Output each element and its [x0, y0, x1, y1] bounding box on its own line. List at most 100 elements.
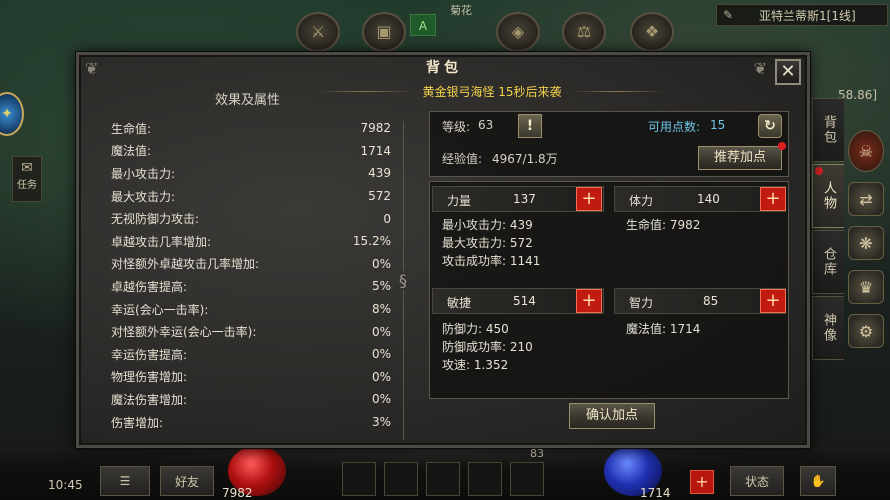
hud-skill-slot[interactable]: ❖ — [630, 12, 674, 52]
boss-icon[interactable]: ☠ — [848, 130, 884, 172]
edit-icon: ✎ — [722, 8, 734, 22]
attribute-row: 伤害增加: 3% — [111, 411, 391, 434]
left-event-button[interactable]: ✦ — [0, 92, 24, 136]
stat-allocation-box: 力量 137 + 最小攻击力: 439 最大攻击力: 572 攻击成功率: 11… — [429, 181, 789, 399]
bottom-hud: 10:45 ☰ 好友 7982 83 1714 + 状态 ✋ — [0, 446, 890, 500]
server-indicator[interactable]: ✎ 亚特兰蒂斯1[1线] — [716, 4, 888, 26]
quick-slot[interactable] — [468, 462, 502, 496]
add-strength-button[interactable]: + — [576, 187, 602, 211]
attribute-row: 生命值: 7982 — [111, 117, 391, 140]
divider-line — [402, 289, 404, 440]
chest-icon: ▣ — [376, 22, 392, 41]
banner-divider — [569, 90, 665, 92]
stat-name: 敏捷 — [447, 296, 472, 310]
exp-label: 经验值: — [442, 152, 483, 166]
add-vitality-button[interactable]: + — [760, 187, 786, 211]
attribute-row: 卓越攻击几率增加: 15.2% — [111, 230, 391, 253]
notification-dot — [815, 167, 823, 175]
attribute-row: 魔法伤害增加: 0% — [111, 388, 391, 411]
derived-line: 防御成功率: 210 — [442, 340, 533, 354]
task-label: 任务 — [17, 180, 37, 191]
confirm-points-button[interactable]: 确认加点 — [569, 403, 655, 429]
attribute-value: 439 — [368, 166, 391, 181]
attribute-label: 卓越攻击几率增加: — [111, 234, 212, 249]
tab-bag[interactable]: 背包 — [812, 98, 844, 162]
attributes-header: 效果及属性 — [215, 93, 281, 108]
event-banner-text: 黄金银弓海怪 15秒后来袭 — [422, 84, 562, 99]
reset-icon[interactable]: ↻ — [758, 114, 782, 138]
attribute-label: 对怪额外卓越攻击几率增加: — [111, 257, 260, 272]
hand-button[interactable]: ✋ — [800, 466, 836, 496]
scale-icon: ⚖ — [576, 22, 592, 41]
quick-slot[interactable] — [510, 462, 544, 496]
points-label: 可用点数: — [648, 120, 701, 134]
clock: 10:45 — [48, 478, 83, 492]
attribute-row: 卓越伤害提高: 5% — [111, 275, 391, 298]
tab-warehouse[interactable]: 仓库 — [812, 230, 844, 294]
attribute-row: 魔法值: 1714 — [111, 140, 391, 163]
info-icon[interactable]: ! — [518, 114, 542, 138]
swap-icon[interactable]: ⇄ — [848, 182, 884, 216]
sword-icon: ⚔ — [310, 22, 326, 41]
add-agility-button[interactable]: + — [576, 289, 602, 313]
event-icon: ✦ — [1, 106, 13, 122]
quick-slot[interactable] — [426, 462, 460, 496]
notification-dot — [778, 142, 786, 150]
derived-line: 攻击成功率: 1141 — [442, 254, 541, 268]
stat-value: 137 — [513, 192, 536, 206]
hand-icon: ✋ — [810, 474, 826, 488]
attribute-label: 魔法伤害增加: — [111, 392, 188, 407]
hud-skill-slot[interactable]: ◈ — [496, 12, 540, 52]
friend-button[interactable]: 好友 — [160, 466, 214, 496]
attribute-row: 对怪额外卓越攻击几率增加: 0% — [111, 253, 391, 276]
team-button[interactable]: ☰ — [100, 466, 150, 496]
derived-line: 魔法值: 1714 — [626, 322, 701, 336]
top-badge[interactable]: A — [410, 14, 436, 36]
scroll-icon: ✉ — [21, 160, 33, 176]
vitality-derived: 生命值: 7982 — [626, 216, 700, 234]
task-button[interactable]: ✉ 任务 — [12, 156, 42, 202]
hud-skill-slot[interactable]: ⚔ — [296, 12, 340, 52]
attribute-label: 生命值: — [111, 121, 152, 136]
level-value: 63 — [478, 118, 494, 132]
attribute-label: 物理伤害增加: — [111, 370, 188, 385]
attribute-value: 15.2% — [352, 234, 391, 249]
points-value: 15 — [710, 118, 726, 132]
stat-value: 140 — [697, 192, 720, 206]
hud-skill-slot[interactable]: ▣ — [362, 12, 406, 52]
corner-ornament-icon: ❦ — [85, 59, 99, 78]
event-banner: 黄金银弓海怪 15秒后来袭 — [319, 81, 665, 101]
hp-number: 7982 — [222, 486, 253, 500]
attribute-row: 最小攻击力: 439 — [111, 162, 391, 185]
top-hud-label: 菊花 — [450, 4, 472, 17]
quick-slot[interactable] — [384, 462, 418, 496]
panel-title: 背包 — [426, 60, 462, 76]
quick-slot[interactable] — [342, 462, 376, 496]
attribute-label: 魔法值: — [111, 144, 152, 159]
close-button[interactable]: ✕ — [775, 59, 801, 85]
right-icon-column: ☠ ⇄ ❋ ♛ ⚙ — [848, 130, 886, 358]
tab-statue[interactable]: 神像 — [812, 296, 844, 360]
energy-derived: 魔法值: 1714 — [626, 320, 700, 338]
column-divider: § — [397, 115, 409, 445]
attribute-value: 0% — [371, 369, 391, 384]
tab-character[interactable]: 人物 — [812, 164, 844, 228]
paw-icon[interactable]: ❋ — [848, 226, 884, 260]
attribute-row: 物理伤害增加: 0% — [111, 366, 391, 389]
derived-line: 防御力: 450 — [442, 322, 509, 336]
recommend-points-button[interactable]: 推荐加点 — [698, 146, 782, 170]
attribute-value: 0% — [371, 347, 391, 362]
stat-name: 体力 — [629, 194, 654, 208]
add-icon[interactable]: + — [690, 470, 714, 494]
attribute-label: 最大攻击力: — [111, 189, 176, 204]
gift-icon: ❖ — [644, 22, 660, 41]
add-energy-button[interactable]: + — [760, 289, 786, 313]
hud-skill-slot[interactable]: ⚖ — [562, 12, 606, 52]
state-button[interactable]: 状态 — [730, 466, 784, 496]
trophy-icon[interactable]: ♛ — [848, 270, 884, 304]
gear-icon[interactable]: ⚙ — [848, 314, 884, 348]
attribute-value: 8% — [371, 302, 391, 317]
banner-divider — [319, 90, 415, 92]
team-icon: ☰ — [119, 474, 131, 488]
attribute-value: 0% — [371, 256, 391, 271]
